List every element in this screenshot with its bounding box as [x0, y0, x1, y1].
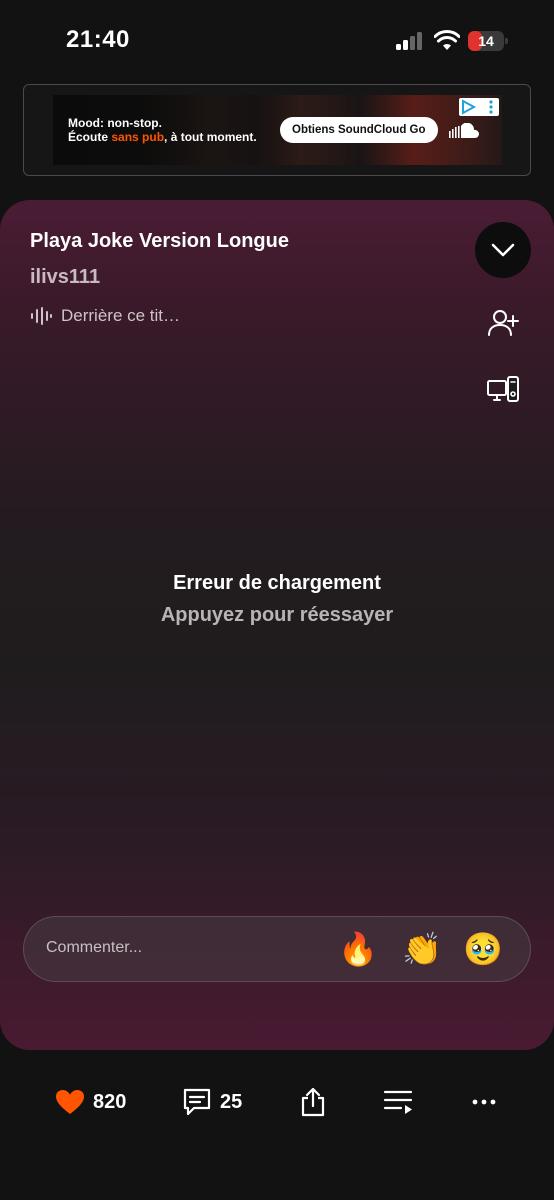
touched-reaction-button[interactable]: 🥹 [463, 929, 503, 969]
like-count: 820 [93, 1090, 127, 1113]
status-time: 21:40 [66, 26, 130, 53]
heart-icon [56, 1090, 84, 1114]
cellular-signal-icon [396, 32, 424, 50]
more-icon [472, 1099, 496, 1105]
comment-count: 25 [220, 1090, 243, 1113]
track-title[interactable]: Playa Joke Version Longue [30, 230, 289, 253]
queue-button[interactable] [383, 1084, 413, 1120]
wifi-icon [434, 30, 460, 50]
ad-cta-button[interactable]: Obtiens SoundCloud Go [280, 117, 438, 143]
ad-banner-frame: Mood: non-stop. Écoute sans pub, à tout … [23, 84, 531, 176]
soundcloud-logo-icon [449, 123, 479, 138]
behind-the-track-label: Derrière ce tit… [61, 306, 181, 325]
artist-name[interactable]: ilivs111 [30, 266, 100, 289]
queue-icon [383, 1090, 413, 1114]
battery-indicator: 14 [468, 31, 508, 51]
ad-line-1: Mood: non-stop. [68, 116, 162, 130]
comment-input[interactable]: Commenter... [46, 939, 142, 957]
ad-line-2: Écoute sans pub, à tout moment. [68, 130, 257, 144]
share-icon [301, 1087, 325, 1117]
chevron-down-icon [491, 243, 515, 257]
like-button[interactable]: 820 [55, 1084, 126, 1120]
follow-user-icon[interactable] [487, 308, 519, 338]
ad-highlight: sans pub [111, 130, 165, 144]
wave-icon [31, 307, 52, 325]
player-card[interactable]: Playa Joke Version Longue ilivs111 Derri… [0, 200, 554, 1050]
comment-icon [183, 1088, 211, 1116]
comment-bar[interactable]: Commenter... 🔥 👏 🥹 [23, 916, 531, 982]
ad-choices-icon[interactable] [459, 98, 499, 116]
device-cast-icon[interactable] [486, 375, 520, 405]
battery-level: 14 [478, 33, 494, 49]
status-bar: 21:40 14 [0, 0, 554, 80]
share-button[interactable] [299, 1084, 327, 1120]
clap-reaction-button[interactable]: 👏 [402, 929, 442, 969]
more-options-button[interactable] [472, 1084, 496, 1120]
ad-banner[interactable]: Mood: non-stop. Écoute sans pub, à tout … [53, 95, 502, 165]
retry-link[interactable]: Appuyez pour réessayer [0, 604, 554, 627]
error-title[interactable]: Erreur de chargement [0, 572, 554, 595]
bottom-toolbar: 820 25 [0, 1070, 554, 1134]
fire-reaction-button[interactable]: 🔥 [338, 929, 378, 969]
comments-button[interactable]: 25 [182, 1084, 242, 1120]
behind-the-track-link[interactable]: Derrière ce tit… [30, 305, 180, 327]
collapse-player-button[interactable] [475, 222, 531, 278]
ad-text: Mood: non-stop. Écoute sans pub, à tout … [68, 116, 257, 144]
